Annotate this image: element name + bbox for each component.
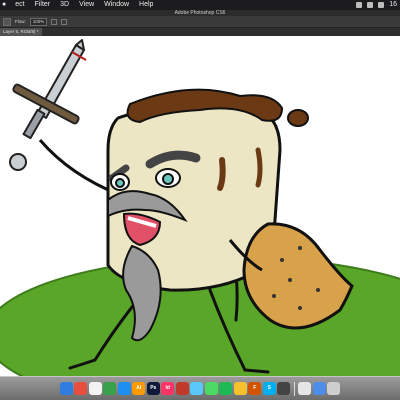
options-bar: Flow: 100% <box>0 16 400 28</box>
photoshop-icon[interactable]: Ps <box>146 382 160 395</box>
cookie-shield <box>242 222 354 330</box>
skype-icon[interactable]: S <box>262 382 276 395</box>
messages-icon[interactable] <box>190 382 204 395</box>
dock: Ai Ps Id F S <box>0 376 400 400</box>
canvas[interactable] <box>0 36 400 376</box>
menu-select[interactable]: ect <box>10 0 29 10</box>
finder-icon[interactable] <box>59 382 73 395</box>
status-area: 16 <box>356 0 400 10</box>
facetime-icon[interactable] <box>204 382 218 395</box>
illustrator-icon[interactable]: Ai <box>132 382 146 395</box>
indesign-icon[interactable]: Id <box>161 382 175 395</box>
numbers-icon[interactable] <box>103 382 117 395</box>
pressure-icon[interactable] <box>61 18 68 25</box>
app-icon[interactable] <box>233 382 247 395</box>
battery-icon[interactable] <box>378 2 385 8</box>
wifi-icon[interactable] <box>367 2 374 8</box>
audio-icon[interactable] <box>277 382 291 395</box>
status-number: 16 <box>389 1 397 8</box>
flow-input[interactable]: 100% <box>29 17 48 26</box>
menu-window[interactable]: Window <box>99 0 134 10</box>
brush-tool-icon[interactable] <box>3 17 11 26</box>
airbrush-icon[interactable] <box>51 18 58 25</box>
document-tab[interactable]: Layer 5, RGB/8) * <box>0 28 42 36</box>
flow-label: Flow: <box>15 19 26 24</box>
menu-bar: ● ect Filter 3D View Window Help 16 <box>0 0 400 10</box>
camera-icon[interactable] <box>175 382 189 395</box>
document-tab-bar: Layer 5, RGB/8) * <box>0 28 400 36</box>
dock-separator <box>293 381 295 396</box>
menu-3d[interactable]: 3D <box>55 0 74 10</box>
artwork <box>0 39 400 376</box>
menu-help[interactable]: Help <box>134 0 158 10</box>
chrome-icon[interactable] <box>74 382 88 395</box>
spotify-icon[interactable] <box>219 382 233 395</box>
trash-icon[interactable] <box>327 382 341 395</box>
apple-menu-icon[interactable]: ● <box>0 0 10 10</box>
menu-view[interactable]: View <box>74 0 99 10</box>
appstore-icon[interactable] <box>117 382 131 395</box>
menu-filter[interactable]: Filter <box>30 0 56 10</box>
status-icon[interactable] <box>356 2 363 8</box>
folder-icon[interactable] <box>312 382 326 395</box>
textedit-icon[interactable] <box>298 382 312 395</box>
font-icon[interactable]: F <box>248 382 262 395</box>
calendar-icon[interactable] <box>88 382 102 395</box>
